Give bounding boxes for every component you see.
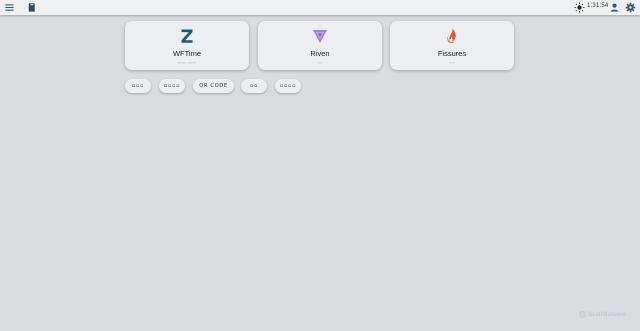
action-button-1[interactable]: ▫▫▫ xyxy=(125,79,151,93)
action-button-2[interactable]: ▫▫▫▫ xyxy=(159,79,185,93)
action-button-4[interactable]: ▫▫ xyxy=(241,79,267,93)
z-logo-icon xyxy=(125,27,249,45)
sun-icon[interactable] xyxy=(574,2,585,13)
riven-icon xyxy=(258,27,382,45)
card-wftime[interactable]: WFTime ▫▫▫▫▫ ▫▫▫▫▫ xyxy=(125,21,249,70)
card-title: Fissures xyxy=(437,49,467,58)
action-button-5[interactable]: ▫▫▫▫ xyxy=(275,79,301,93)
card-subtitle: ▫▫▫ xyxy=(449,60,455,65)
account-icon[interactable] xyxy=(609,2,620,13)
watermark-text: ScanMalware xyxy=(588,311,627,318)
watermark: ScanMalware xyxy=(579,311,626,318)
gear-icon[interactable] xyxy=(625,2,636,13)
card-title: WFTime xyxy=(172,49,202,58)
top-bar: 1:31:54 xyxy=(0,0,640,15)
qr-code-button[interactable]: QR CODE xyxy=(193,79,234,93)
card-title: Riven xyxy=(310,49,330,58)
watermark-logo-icon xyxy=(579,311,586,318)
clock: 1:31:54 xyxy=(587,3,609,9)
card-fissures[interactable]: Fissures ▫▫▫ xyxy=(390,21,514,70)
card-subtitle: ▫▫▫▫▫ ▫▫▫▫▫ xyxy=(177,60,197,65)
book-icon[interactable] xyxy=(26,2,37,13)
flame-icon xyxy=(390,27,514,45)
card-subtitle: ▫▫▫ xyxy=(317,60,323,65)
card-riven[interactable]: Riven ▫▫▫ xyxy=(258,21,382,70)
menu-icon[interactable] xyxy=(4,2,15,13)
